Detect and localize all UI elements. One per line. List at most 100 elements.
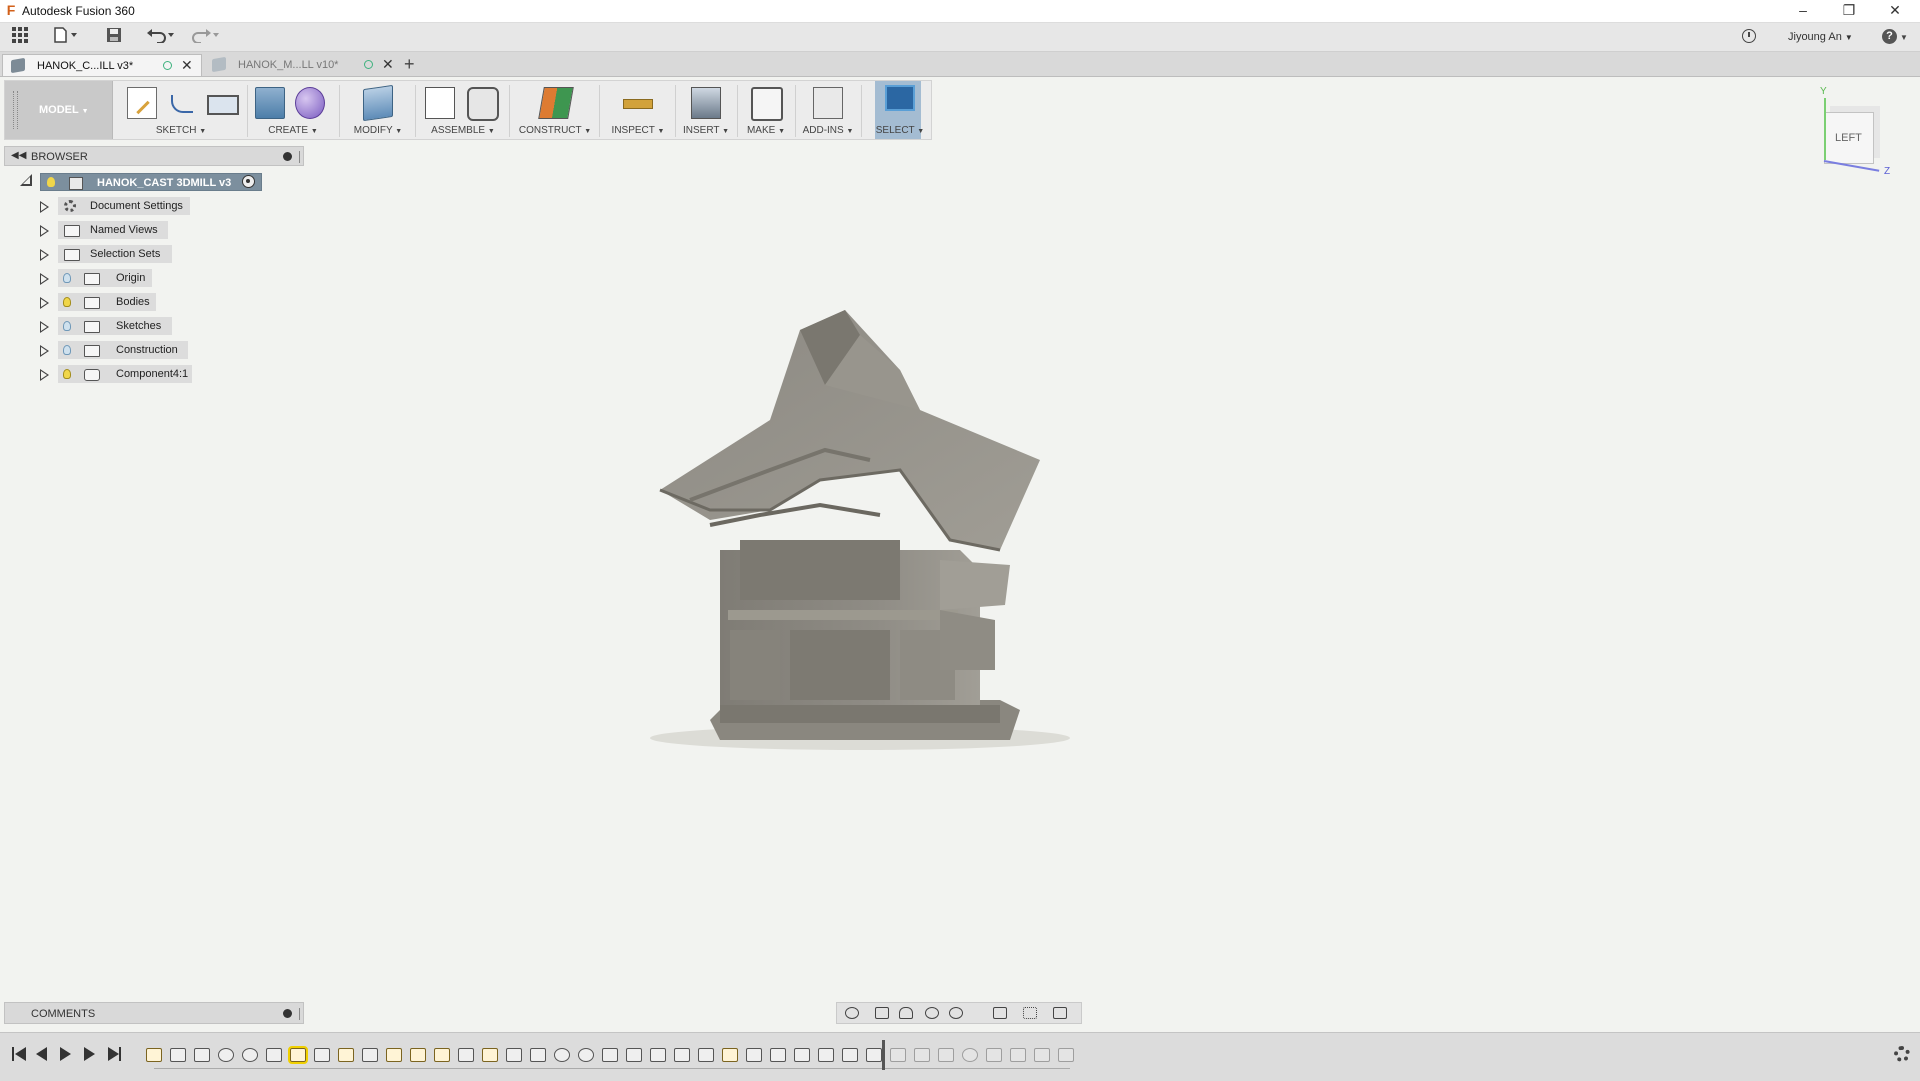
timeline-feature[interactable]	[482, 1048, 498, 1062]
timeline-feature[interactable]	[722, 1048, 738, 1062]
browser-header[interactable]: ◀◀ BROWSER	[4, 146, 304, 166]
add-ins-menu[interactable]: ADD-INS ▼	[797, 125, 859, 136]
viewcube-face-left[interactable]: LEFT	[1824, 112, 1874, 164]
tab-hanok-cast[interactable]: HANOK_C...ILL v3* ✕	[2, 54, 202, 76]
extrude-icon[interactable]	[255, 87, 285, 119]
timeline-feature[interactable]	[458, 1048, 474, 1062]
timeline-feature[interactable]	[506, 1048, 522, 1062]
new-tab-button[interactable]: +	[404, 54, 415, 74]
help-dropdown-icon[interactable]: ▼	[1900, 33, 1908, 42]
timeline-feature[interactable]	[386, 1048, 402, 1062]
timeline-feature[interactable]	[410, 1048, 426, 1062]
hanok-3d-model[interactable]	[650, 310, 1070, 770]
timeline-feature-suppressed[interactable]	[1058, 1048, 1074, 1062]
timeline-feature[interactable]	[146, 1048, 162, 1062]
look-at-icon[interactable]	[875, 1007, 889, 1019]
minimize-button[interactable]: –	[1780, 0, 1826, 22]
expand-triangle-icon[interactable]	[40, 297, 49, 309]
step-forward-button[interactable]	[84, 1047, 98, 1061]
timeline-feature[interactable]	[842, 1048, 858, 1062]
save-icon[interactable]	[106, 27, 122, 47]
close-tab-icon[interactable]: ✕	[181, 57, 193, 74]
timeline-feature[interactable]	[530, 1048, 546, 1062]
step-back-button[interactable]	[36, 1047, 50, 1061]
timeline-feature[interactable]	[794, 1048, 810, 1062]
timeline-feature[interactable]	[818, 1048, 834, 1062]
collapse-panel-icon[interactable]: ◀◀	[11, 150, 26, 161]
timeline-feature[interactable]	[578, 1048, 594, 1062]
timeline-feature[interactable]	[314, 1048, 330, 1062]
expand-triangle-icon[interactable]	[40, 273, 49, 285]
scripts-icon[interactable]	[813, 87, 843, 119]
workspace-switcher[interactable]: MODEL ▼	[5, 81, 113, 139]
expand-triangle-icon[interactable]	[40, 369, 49, 381]
pan-icon[interactable]	[899, 1007, 913, 1019]
timeline-feature[interactable]	[362, 1048, 378, 1062]
expand-triangle-icon[interactable]	[40, 321, 49, 333]
grid-icon[interactable]	[1023, 1007, 1037, 1019]
data-panel-icon[interactable]	[12, 27, 28, 47]
redo-icon[interactable]	[190, 27, 220, 47]
activate-component-icon[interactable]	[242, 175, 255, 188]
joint-icon[interactable]	[467, 87, 499, 121]
timeline-settings-gear-icon[interactable]	[1894, 1046, 1910, 1062]
expand-triangle-icon[interactable]	[40, 201, 49, 213]
timeline-feature[interactable]	[218, 1048, 234, 1062]
timeline-feature-suppressed[interactable]	[890, 1048, 906, 1062]
timeline-feature[interactable]	[602, 1048, 618, 1062]
display-settings-icon[interactable]	[993, 1007, 1007, 1019]
construct-menu[interactable]: CONSTRUCT ▼	[513, 125, 597, 136]
create-menu[interactable]: CREATE ▼	[251, 125, 335, 136]
add-comment-icon[interactable]	[283, 1009, 292, 1018]
measure-icon[interactable]	[623, 99, 653, 109]
timeline-feature[interactable]	[866, 1048, 882, 1062]
timeline-feature[interactable]	[266, 1048, 282, 1062]
rectangle-icon[interactable]	[207, 95, 239, 115]
expand-triangle-icon[interactable]	[40, 345, 49, 357]
go-to-start-button[interactable]	[12, 1047, 26, 1061]
orbit-icon[interactable]	[845, 1007, 859, 1019]
zoom-icon[interactable]	[925, 1007, 939, 1019]
insert-image-icon[interactable]	[691, 87, 721, 119]
comments-panel[interactable]: COMMENTS	[4, 1002, 304, 1024]
close-tab-icon[interactable]: ✕	[382, 56, 394, 73]
timeline-feature-suppressed[interactable]	[914, 1048, 930, 1062]
sketch-menu[interactable]: SKETCH ▼	[117, 125, 245, 136]
3d-print-icon[interactable]	[751, 87, 783, 121]
line-icon[interactable]	[171, 95, 193, 113]
visibility-bulb-icon[interactable]	[63, 297, 71, 307]
timeline-marker[interactable]	[882, 1040, 885, 1070]
pin-icon[interactable]	[283, 152, 292, 161]
user-menu[interactable]: Jiyoung An ▼	[1788, 31, 1853, 43]
visibility-bulb-icon[interactable]	[47, 177, 55, 187]
visibility-bulb-icon[interactable]	[63, 321, 71, 331]
modify-menu[interactable]: MODIFY ▼	[343, 125, 413, 136]
timeline-feature-selected[interactable]	[288, 1046, 308, 1064]
inspect-menu[interactable]: INSPECT ▼	[603, 125, 673, 136]
timeline-feature[interactable]	[242, 1048, 258, 1062]
timeline-feature[interactable]	[170, 1048, 186, 1062]
timeline-feature[interactable]	[746, 1048, 762, 1062]
play-button[interactable]	[60, 1047, 74, 1061]
new-component-icon[interactable]	[425, 87, 455, 119]
timeline-feature-suppressed[interactable]	[962, 1048, 978, 1062]
timeline-feature-suppressed[interactable]	[1010, 1048, 1026, 1062]
go-to-end-button[interactable]	[108, 1047, 122, 1061]
close-button[interactable]: ✕	[1872, 0, 1918, 22]
timeline-feature[interactable]	[434, 1048, 450, 1062]
collapse-triangle-icon[interactable]	[20, 174, 32, 186]
viewports-icon[interactable]	[1053, 1007, 1067, 1019]
visibility-bulb-icon[interactable]	[63, 273, 71, 283]
visibility-bulb-icon[interactable]	[63, 369, 71, 379]
offset-plane-icon[interactable]	[538, 87, 574, 119]
browser-root-component[interactable]: HANOK_CAST 3DMILL v3	[40, 173, 262, 191]
insert-menu[interactable]: INSERT ▼	[677, 125, 735, 136]
timeline-feature-suppressed[interactable]	[986, 1048, 1002, 1062]
make-menu[interactable]: MAKE ▼	[739, 125, 793, 136]
timeline-feature[interactable]	[674, 1048, 690, 1062]
restore-button[interactable]: ❐	[1826, 0, 1872, 22]
visibility-bulb-icon[interactable]	[63, 345, 71, 355]
timeline-feature[interactable]	[554, 1048, 570, 1062]
resize-grip[interactable]	[299, 151, 300, 163]
form-icon[interactable]	[295, 87, 325, 119]
